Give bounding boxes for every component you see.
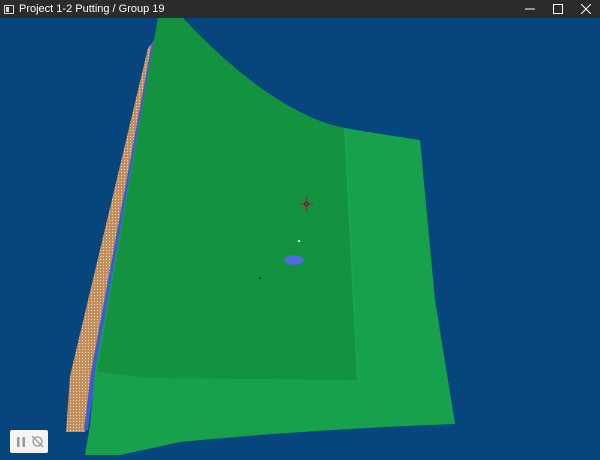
- hud-controls: [10, 430, 48, 453]
- window-titlebar[interactable]: Project 1-2 Putting / Group 19: [0, 0, 600, 18]
- window-app-icon: [4, 4, 14, 14]
- golf-ball: [297, 239, 301, 243]
- close-icon: [581, 4, 591, 14]
- minimize-icon: [525, 8, 535, 10]
- marker-dot: [259, 277, 261, 279]
- maximize-button[interactable]: [544, 0, 572, 18]
- pause-icon: [17, 436, 25, 447]
- hole-target: [284, 255, 304, 265]
- game-viewport[interactable]: [0, 18, 600, 460]
- putting-scene[interactable]: [0, 18, 600, 460]
- window-title: Project 1-2 Putting / Group 19: [19, 3, 165, 15]
- pause-button[interactable]: [14, 435, 28, 449]
- camera-off-icon: [31, 435, 43, 448]
- minimize-button[interactable]: [516, 0, 544, 18]
- maximize-icon: [553, 4, 563, 14]
- close-button[interactable]: [572, 0, 600, 18]
- camera-toggle-button[interactable]: [30, 435, 44, 449]
